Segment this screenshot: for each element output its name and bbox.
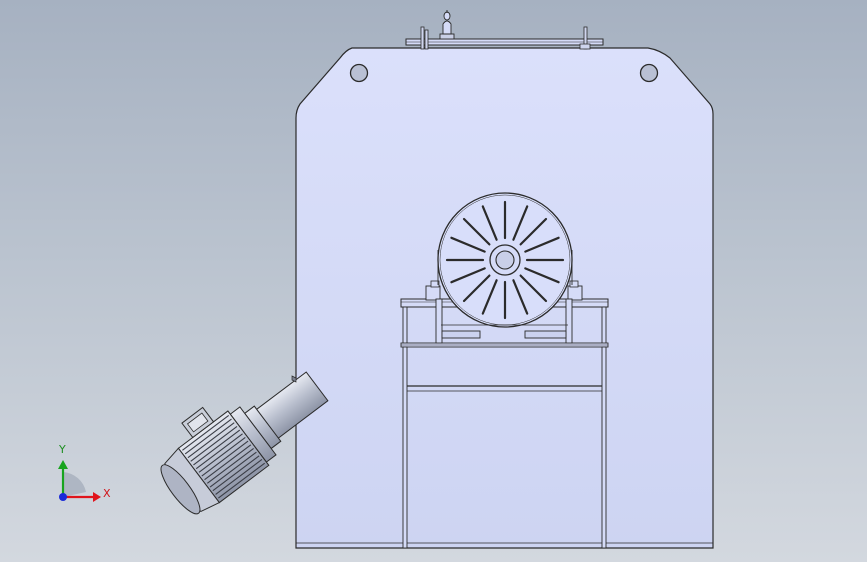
axis-y-label: Y	[59, 443, 66, 456]
cad-graphics-viewport[interactable]: X Y	[0, 0, 867, 562]
top-cover-plate[interactable]	[405, 26, 604, 50]
lifting-hole-left[interactable]	[349, 63, 369, 83]
lifting-hole-right[interactable]	[639, 63, 659, 83]
cad-drawing[interactable]	[0, 0, 867, 562]
shaft-bore[interactable]	[495, 250, 515, 270]
view-orientation-triad-icon	[58, 460, 101, 502]
impeller-wheel[interactable]	[437, 192, 573, 328]
axis-x-label: X	[103, 487, 111, 500]
top-breather-valve[interactable]	[439, 10, 455, 40]
